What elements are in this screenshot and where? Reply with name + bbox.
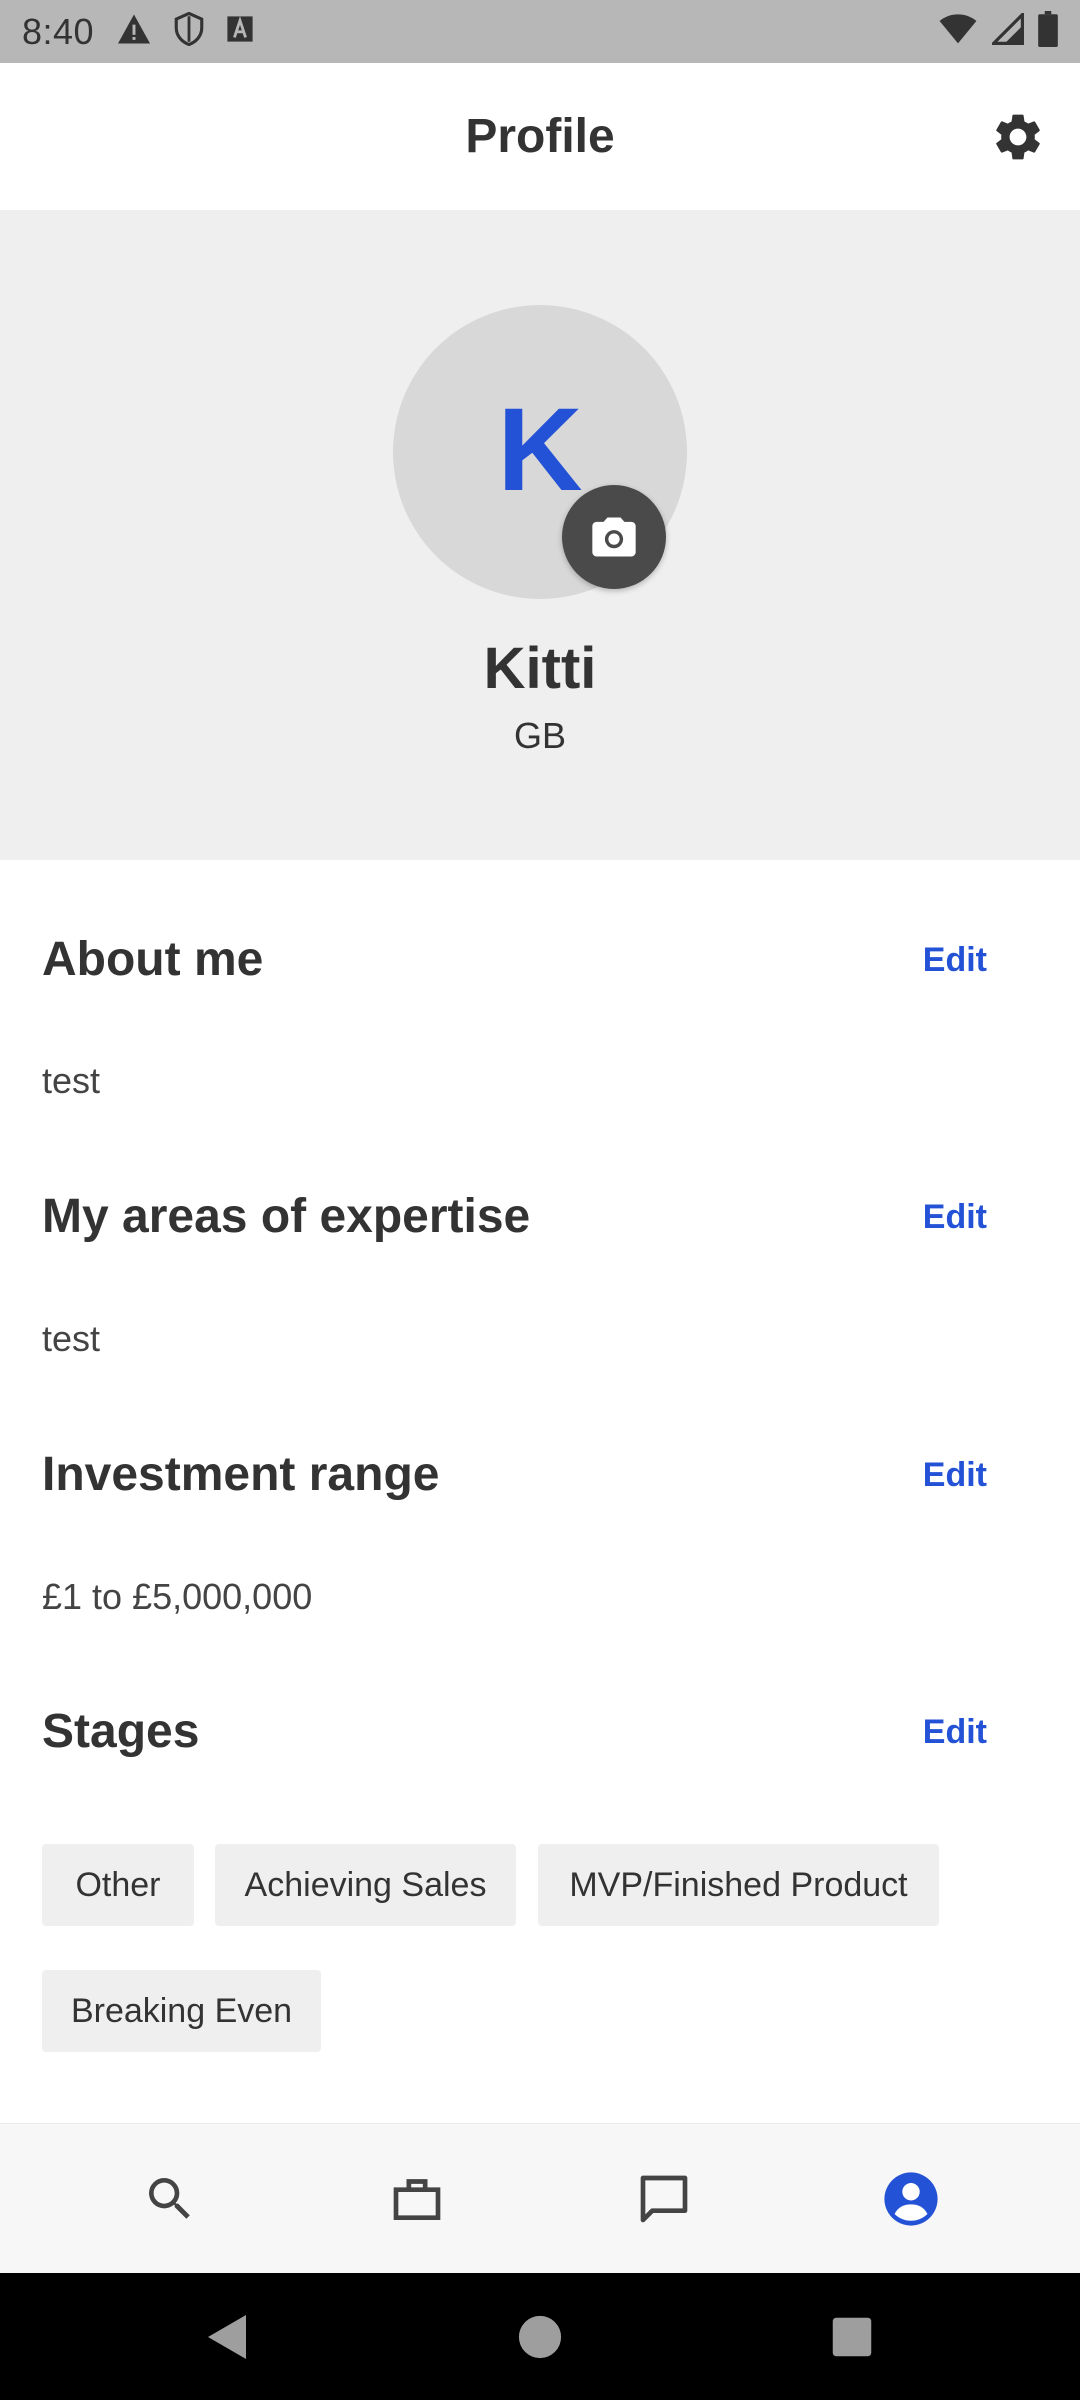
system-nav-bar [0,2273,1080,2400]
status-left: 8:40 [22,11,254,53]
wifi-icon [938,13,978,50]
bottom-nav [0,2123,1080,2273]
system-recents-button[interactable] [828,2313,876,2361]
stage-chip: Breaking Even [42,1970,321,2052]
search-icon [148,2177,190,2219]
briefcase-icon [393,2178,440,2220]
page-title: Profile [465,110,615,163]
chat-icon [640,2175,687,2222]
nav-messages[interactable] [604,2139,724,2259]
profile-name: Kitti [483,636,597,701]
edit-expertise-button[interactable]: Edit [923,1198,987,1237]
camera-icon [592,517,636,557]
status-bar: 8:40 [0,0,1080,63]
battery-icon [1038,11,1058,52]
profile-header: K Kitti GB [0,210,1080,860]
back-triangle-icon [208,2315,246,2359]
shield-icon [174,11,204,51]
warning-icon [116,13,152,50]
investment-range-title: Investment range [42,1448,440,1501]
change-photo-button[interactable] [562,485,666,589]
investment-range-text: £1 to £5,000,000 [42,1576,313,1617]
home-circle-icon [518,2315,562,2359]
expertise-title: My areas of expertise [42,1190,531,1243]
edit-stages-button: Edit [922,1713,987,1751]
nav-profile[interactable] [851,2139,971,2259]
nav-portfolio[interactable] [357,2139,477,2259]
gear-icon [996,114,1040,160]
avatar-initial: K [497,384,583,516]
signal-icon [989,10,1024,50]
system-back-button[interactable] [204,2313,252,2361]
status-time: 8:40 [22,10,95,52]
about-me-title: About me [42,933,264,986]
expertise-text: test [42,1318,101,1359]
stage-chip: MVP/Finished Product [538,1844,939,1926]
edit-about-me-button[interactable]: Edit [923,941,987,980]
stage-chip: Other [42,1844,194,1926]
edit-investment-range-button[interactable]: Edit [923,1456,987,1495]
stages-title: Stages [42,1705,200,1758]
profile-country: GB [513,715,566,756]
system-home-button[interactable] [516,2313,564,2361]
profile-icon [883,2171,938,2226]
settings-button[interactable] [990,109,1046,165]
stage-chip: Achieving Sales [215,1844,516,1926]
recents-square-icon [832,2317,872,2357]
status-right [938,10,1058,52]
nav-search[interactable] [110,2139,230,2259]
font-a-icon [226,15,254,48]
about-me-text: test [42,1060,101,1101]
app-bar: Profile [0,63,1080,210]
